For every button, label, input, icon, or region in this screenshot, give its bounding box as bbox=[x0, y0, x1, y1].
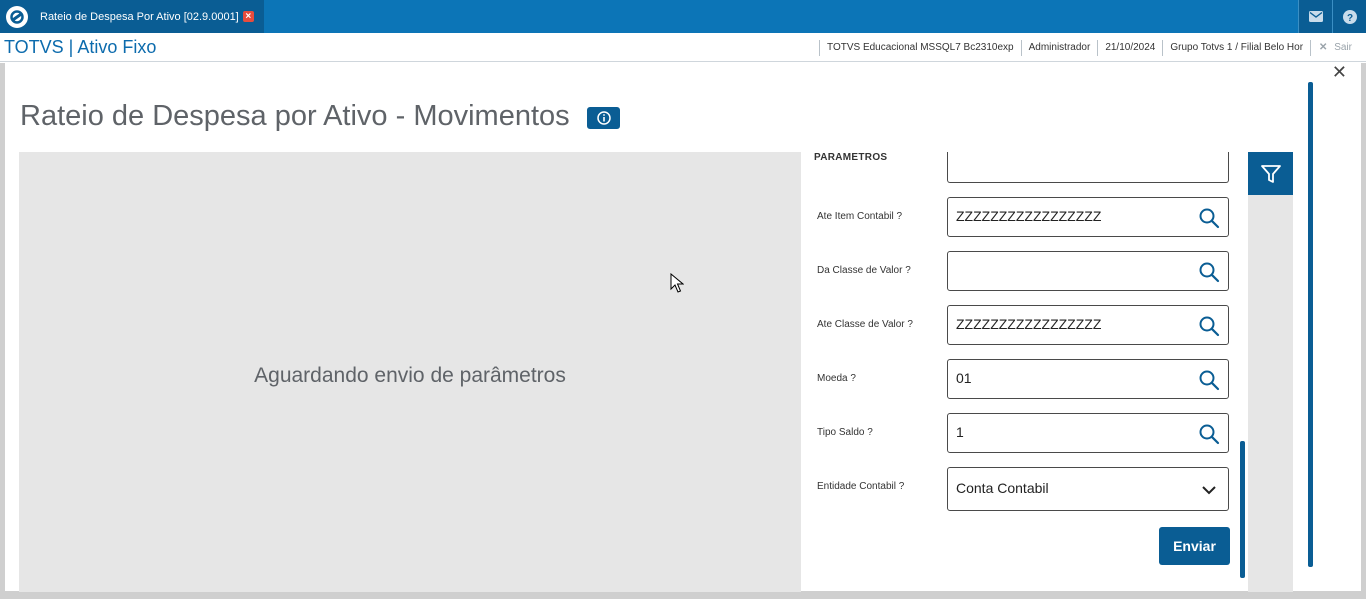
totvs-logo-icon[interactable] bbox=[0, 0, 33, 33]
close-dialog-icon[interactable]: ✕ bbox=[1332, 63, 1347, 81]
partial-field[interactable] bbox=[947, 152, 1229, 183]
user-label: Administrador bbox=[1020, 40, 1098, 56]
field-label-ate-item-contabil: Ate Item Contabil ? bbox=[817, 211, 903, 222]
enviar-button[interactable]: Enviar bbox=[1159, 527, 1230, 565]
exit-button[interactable]: ✕ Sair bbox=[1310, 40, 1366, 56]
filter-sidebar bbox=[1248, 152, 1293, 592]
tab-label: Rateio de Despesa Por Ativo [02.9.0001] bbox=[40, 10, 239, 23]
help-button[interactable]: ? bbox=[1332, 0, 1366, 33]
close-tab-icon[interactable]: × bbox=[242, 11, 254, 22]
workspace: ✕ Rateio de Despesa por Ativo - Moviment… bbox=[0, 63, 1366, 599]
field-value: Conta Contabil bbox=[956, 480, 1049, 496]
mail-button[interactable] bbox=[1298, 0, 1332, 33]
mouse-cursor-icon bbox=[670, 273, 684, 293]
field-value: ZZZZZZZZZZZZZZZZZ bbox=[956, 316, 1102, 332]
preview-message: Aguardando envio de parâmetros bbox=[254, 364, 566, 387]
search-icon[interactable] bbox=[1198, 261, 1220, 283]
field-label-entidade-contabil: Entidade Contabil ? bbox=[817, 481, 905, 492]
page-title: Rateio de Despesa por Ativo - Movimentos bbox=[20, 100, 570, 132]
parameters-panel: PARAMETROS Ate Item Contabil ? ZZZZZZZZZ… bbox=[813, 152, 1245, 592]
app-title: TOTVS | Ativo Fixo bbox=[4, 37, 157, 57]
report-preview-area: Aguardando envio de parâmetros bbox=[19, 152, 801, 592]
da-classe-valor-input[interactable] bbox=[947, 251, 1229, 291]
info-icon bbox=[596, 111, 611, 125]
entidade-contabil-select[interactable]: Conta Contabil bbox=[947, 467, 1229, 511]
top-tab-bar: Rateio de Despesa Por Ativo [02.9.0001] … bbox=[0, 0, 1366, 33]
field-value: ZZZZZZZZZZZZZZZZZ bbox=[956, 208, 1102, 224]
help-icon: ? bbox=[1342, 9, 1357, 24]
moeda-input[interactable]: 01 bbox=[947, 359, 1229, 399]
environment-label: TOTVS Educacional MSSQL7 Bc2310exp bbox=[819, 40, 1021, 56]
info-button[interactable] bbox=[587, 107, 620, 129]
mail-icon bbox=[1308, 11, 1323, 22]
chevron-down-icon[interactable] bbox=[1198, 479, 1220, 501]
ate-item-contabil-input[interactable]: ZZZZZZZZZZZZZZZZZ bbox=[947, 197, 1229, 237]
report-dialog: ✕ Rateio de Despesa por Ativo - Moviment… bbox=[5, 63, 1361, 592]
exit-label: Sair bbox=[1334, 42, 1352, 53]
field-label-tipo-saldo: Tipo Saldo ? bbox=[817, 427, 873, 438]
tab-rateio-despesa[interactable]: Rateio de Despesa Por Ativo [02.9.0001] … bbox=[33, 0, 264, 33]
search-icon[interactable] bbox=[1198, 423, 1220, 445]
search-icon[interactable] bbox=[1198, 369, 1220, 391]
company-label: Grupo Totvs 1 / Filial Belo Hor bbox=[1162, 40, 1310, 56]
filter-button[interactable] bbox=[1248, 152, 1293, 195]
svg-text:?: ? bbox=[1346, 13, 1352, 24]
parameters-title: PARAMETROS bbox=[814, 152, 888, 163]
search-icon[interactable] bbox=[1198, 207, 1220, 229]
dialog-scrollbar[interactable] bbox=[1308, 82, 1313, 567]
close-icon: ✕ bbox=[1319, 42, 1328, 53]
date-label: 21/10/2024 bbox=[1097, 40, 1162, 56]
field-value: 01 bbox=[956, 370, 972, 386]
field-value: 1 bbox=[956, 424, 964, 440]
filter-icon bbox=[1260, 164, 1281, 183]
field-label-moeda: Moeda ? bbox=[817, 373, 856, 384]
app-header: TOTVS | Ativo Fixo TOTVS Educacional MSS… bbox=[0, 33, 1366, 62]
search-icon[interactable] bbox=[1198, 315, 1220, 337]
field-label-ate-classe-valor: Ate Classe de Valor ? bbox=[817, 319, 913, 330]
field-label-da-classe-valor: Da Classe de Valor ? bbox=[817, 265, 911, 276]
session-info: TOTVS Educacional MSSQL7 Bc2310exp Admin… bbox=[819, 38, 1366, 58]
tipo-saldo-input[interactable]: 1 bbox=[947, 413, 1229, 453]
parameters-scrollbar[interactable] bbox=[1240, 441, 1245, 578]
ate-classe-valor-input[interactable]: ZZZZZZZZZZZZZZZZZ bbox=[947, 305, 1229, 345]
